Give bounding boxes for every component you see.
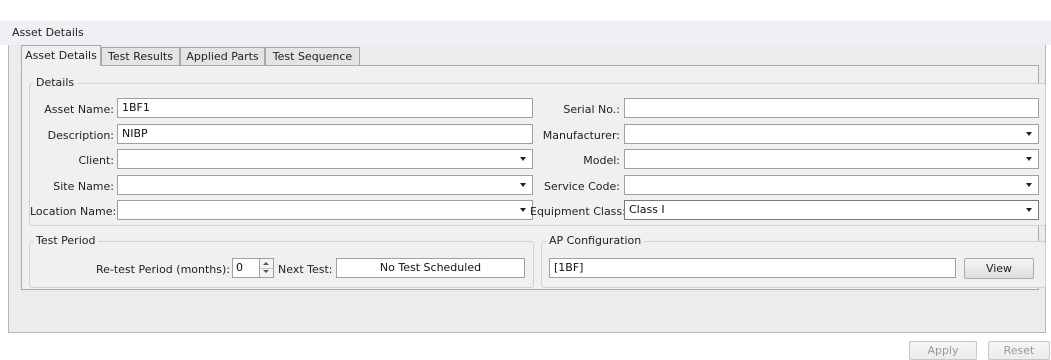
- view-button[interactable]: View: [964, 258, 1034, 279]
- ap-configuration-group-label: AP Configuration: [546, 234, 645, 247]
- manufacturer-dropdown[interactable]: [624, 124, 1039, 144]
- ap-configuration-field: [1BF]: [549, 258, 956, 278]
- title-bar: Asset Details: [0, 0, 1051, 45]
- chevron-down-icon: [1026, 208, 1032, 212]
- details-group-label: Details: [33, 76, 78, 89]
- equipment-class-value: Class I: [629, 203, 665, 216]
- asset-name-label: Asset Name:: [44, 103, 114, 116]
- retest-period-stepper[interactable]: [259, 258, 274, 278]
- location-name-label: Location Name:: [30, 205, 117, 218]
- window-title: Asset Details: [12, 26, 84, 39]
- client-dropdown[interactable]: [117, 149, 533, 169]
- test-period-group-label: Test Period: [33, 234, 99, 247]
- description-input[interactable]: NIBP: [117, 124, 533, 144]
- description-label: Description:: [47, 129, 114, 142]
- spin-down-icon[interactable]: [260, 268, 273, 277]
- model-label: Model:: [583, 154, 620, 167]
- tab-test-sequence[interactable]: Test Sequence: [265, 47, 360, 66]
- chevron-down-icon: [1026, 157, 1032, 161]
- serial-no-label: Serial No.:: [563, 103, 620, 116]
- chevron-down-icon: [1026, 183, 1032, 187]
- model-dropdown[interactable]: [624, 149, 1039, 169]
- apply-button[interactable]: Apply: [909, 341, 977, 360]
- tab-applied-parts[interactable]: Applied Parts: [180, 47, 265, 66]
- service-code-dropdown[interactable]: [624, 175, 1039, 195]
- retest-period-label: Re-test Period (months):: [95, 263, 230, 276]
- retest-period-input[interactable]: 0: [232, 258, 260, 278]
- tab-test-results[interactable]: Test Results: [101, 47, 180, 66]
- chevron-down-icon: [520, 183, 526, 187]
- equipment-class-dropdown[interactable]: Class I: [624, 200, 1039, 220]
- client-label: Client:: [78, 154, 114, 167]
- manufacturer-label: Manufacturer:: [542, 129, 620, 142]
- chevron-down-icon: [520, 157, 526, 161]
- equipment-class-label: Equipment Class:: [530, 205, 626, 218]
- tab-asset-details[interactable]: Asset Details: [21, 45, 101, 66]
- next-test-value: No Test Scheduled: [336, 258, 525, 278]
- service-code-label: Service Code:: [543, 180, 620, 193]
- location-name-dropdown[interactable]: [117, 200, 533, 220]
- serial-no-input[interactable]: [624, 98, 1039, 118]
- reset-button[interactable]: Reset: [988, 341, 1050, 360]
- site-name-dropdown[interactable]: [117, 175, 533, 195]
- chevron-down-icon: [1026, 132, 1032, 136]
- next-test-label: Next Test:: [278, 263, 333, 276]
- site-name-label: Site Name:: [53, 180, 114, 193]
- asset-name-input[interactable]: 1BF1: [117, 98, 533, 118]
- chevron-down-icon: [520, 208, 526, 212]
